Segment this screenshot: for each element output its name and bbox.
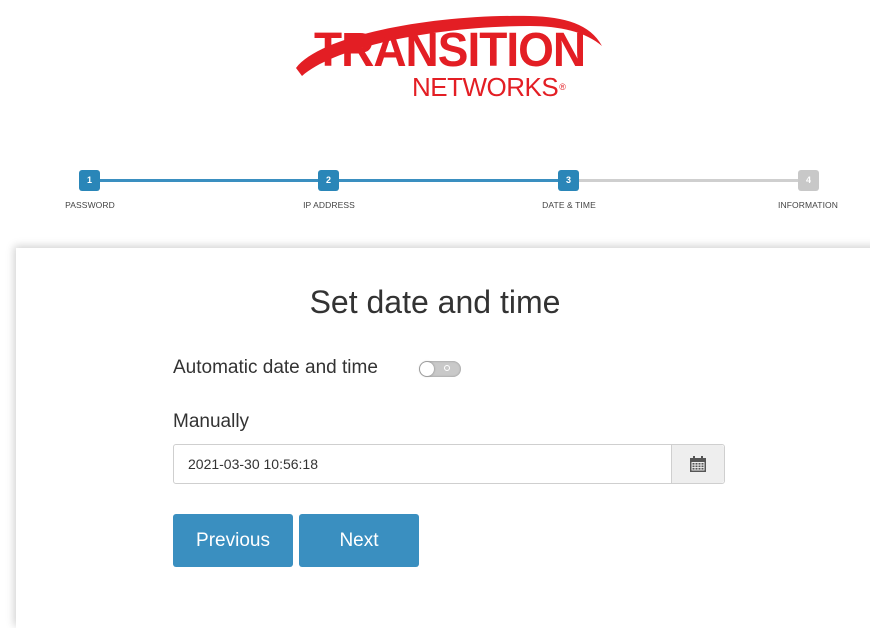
step-2-marker: 2 — [318, 170, 339, 191]
toggle-off-indicator-icon — [444, 365, 450, 371]
automatic-date-toggle[interactable] — [419, 361, 461, 377]
wizard-stepper: 1 2 3 4 PASSWORD IP ADDRESS DATE & TIME … — [0, 160, 870, 220]
step-3-label: DATE & TIME — [542, 200, 596, 210]
previous-button[interactable]: Previous — [173, 514, 293, 567]
datetime-input[interactable] — [174, 445, 671, 483]
next-button[interactable]: Next — [299, 514, 419, 567]
logo-wordmark-top: TRANSITION — [314, 21, 586, 77]
automatic-date-label: Automatic date and time — [173, 357, 378, 378]
calendar-icon — [690, 455, 706, 472]
stepper-track-pending — [569, 179, 809, 182]
step-1-label: PASSWORD — [65, 200, 115, 210]
step-3-marker: 3 — [558, 170, 579, 191]
datetime-field — [173, 444, 725, 484]
logo-wordmark-bottom: NETWORKS® — [412, 72, 566, 102]
step-4-marker: 4 — [798, 170, 819, 191]
page-title: Set date and time — [309, 284, 561, 320]
manual-label: Manually — [173, 411, 250, 432]
step-4-label: INFORMATION — [778, 200, 838, 210]
brand-logo: TRANSITION NETWORKS® — [290, 6, 610, 102]
step-1-marker: 1 — [79, 170, 100, 191]
calendar-button[interactable] — [671, 445, 724, 483]
toggle-knob — [420, 362, 434, 376]
automatic-date-row: Automatic date and time — [173, 356, 461, 380]
step-2-label: IP ADDRESS — [303, 200, 355, 210]
